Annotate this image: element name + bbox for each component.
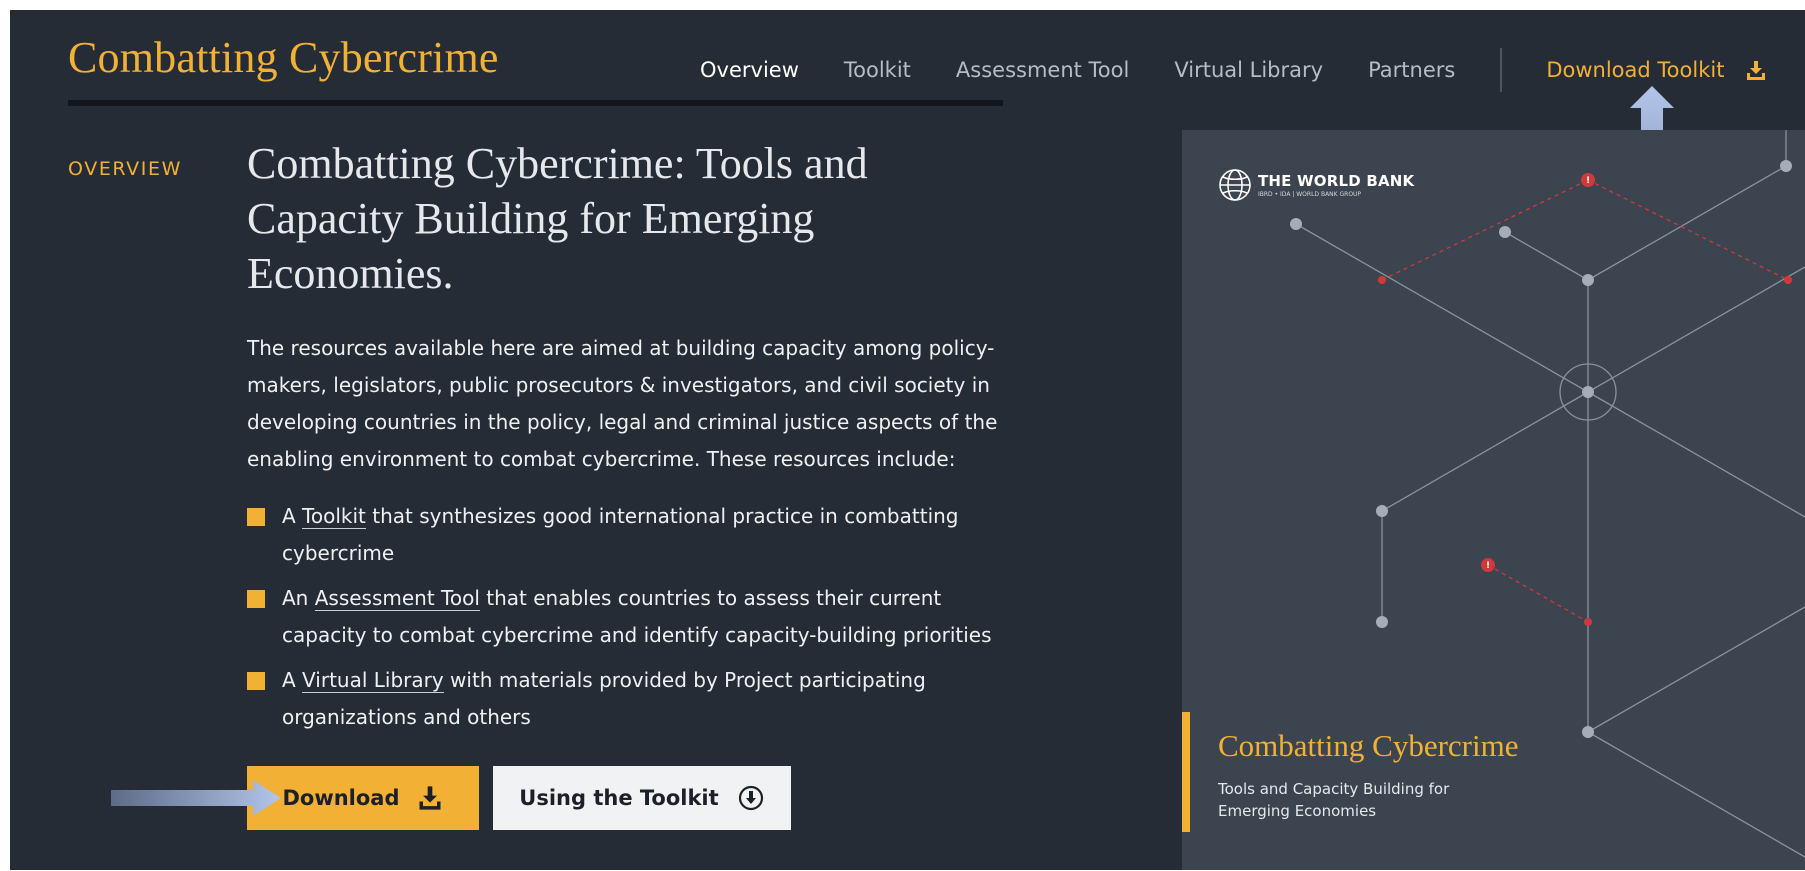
toolkit-cover-image: ! ! THE WORLD BANK IBRD • IDA | WORLD BA…: [1182, 130, 1805, 870]
intro-text: The resources available here are aimed a…: [247, 336, 998, 471]
using-the-toolkit-label: Using the Toolkit: [519, 786, 719, 810]
virtual-library-link[interactable]: Virtual Library: [302, 668, 444, 693]
cover-org-sub: IBRD • IDA | WORLD BANK GROUP: [1258, 191, 1362, 198]
list-item: A Toolkit that synthesizes good internat…: [247, 498, 1017, 572]
cover-accent-bar: [1182, 712, 1190, 832]
world-bank-logo: THE WORLD BANK IBRD • IDA | WORLD BANK G…: [1218, 168, 1414, 202]
list-item: An Assessment Tool that enables countrie…: [247, 580, 1017, 654]
download-icon: [419, 786, 441, 810]
cover-org-name: THE WORLD BANK: [1258, 172, 1415, 190]
cover-title: Combatting Cybercrime: [1218, 728, 1519, 763]
globe-icon: [1219, 169, 1251, 201]
main-nav: Overview Toolkit Assessment Tool Virtual…: [700, 48, 1768, 92]
page-title: Combatting Cybercrime: Tools and Capacit…: [247, 139, 868, 298]
bullet-prefix: An: [282, 586, 315, 610]
svg-text:!: !: [1486, 561, 1490, 571]
nav-assessment-tool[interactable]: Assessment Tool: [956, 58, 1129, 82]
bullet-text: that synthesizes good international prac…: [282, 504, 959, 565]
assessment-tool-link[interactable]: Assessment Tool: [314, 586, 480, 611]
bullet-prefix: A: [282, 504, 303, 528]
download-icon: [1747, 61, 1766, 80]
bullet-square-icon: [247, 590, 265, 608]
cover-subtitle: Tools and Capacity Building for Emerging…: [1218, 780, 1450, 820]
header-rule: [68, 100, 1003, 106]
site-logo[interactable]: Combatting Cybercrime: [68, 32, 499, 83]
nav-overview[interactable]: Overview: [700, 58, 799, 82]
bullet-prefix: A: [282, 668, 303, 692]
nav-partners[interactable]: Partners: [1368, 58, 1455, 82]
toolkit-link[interactable]: Toolkit: [302, 504, 366, 529]
resource-list: A Toolkit that synthesizes good internat…: [247, 498, 1017, 744]
list-item: A Virtual Library with materials provide…: [247, 662, 1017, 736]
download-toolkit-label: Download Toolkit: [1546, 58, 1725, 82]
nav-divider: [1500, 48, 1503, 92]
download-toolkit-link[interactable]: Download Toolkit: [1546, 58, 1768, 82]
bullet-square-icon: [247, 672, 265, 690]
section-label: OVERVIEW: [68, 158, 182, 180]
using-the-toolkit-button[interactable]: Using the Toolkit: [493, 766, 791, 830]
pointer-arrow-right-icon: [111, 780, 281, 816]
nav-toolkit[interactable]: Toolkit: [844, 58, 911, 82]
bullet-square-icon: [247, 508, 265, 526]
nav-virtual-library[interactable]: Virtual Library: [1174, 58, 1323, 82]
download-button[interactable]: Download: [247, 766, 479, 830]
circle-arrow-down-icon: [738, 785, 763, 811]
download-button-label: Download: [282, 786, 400, 810]
svg-text:!: !: [1586, 176, 1590, 186]
page-frame: Combatting Cybercrime Overview Toolkit A…: [10, 10, 1805, 870]
